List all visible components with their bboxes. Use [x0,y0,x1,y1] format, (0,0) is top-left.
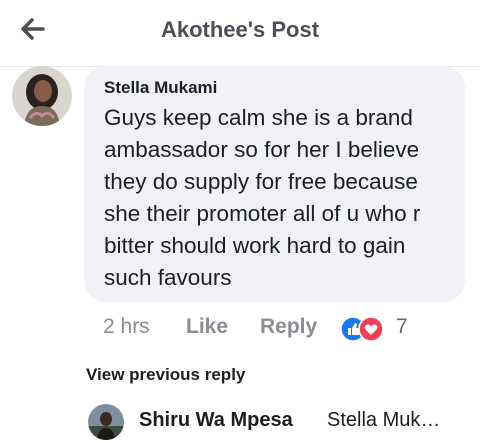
page-title: Akothee's Post [160,17,320,42]
reaction-count: 7 [396,315,408,338]
like-button[interactable]: Like [186,315,228,341]
reply-preview-text[interactable]: Stella Mukami [327,409,445,432]
commenter-avatar[interactable] [12,66,72,126]
comment-timestamp: 2 hrs [103,315,150,338]
reaction-icons[interactable] [340,316,386,342]
comment-text: Guys keep calm she is a brand ambassador… [104,105,421,290]
view-previous-reply-link[interactable]: View previous reply [86,365,245,385]
top-bar: Akothee's Post [0,0,480,67]
comment-author[interactable]: Stella Mukami [104,78,217,98]
comment-bubble: Stella Mukami Guys keep calm she is a br… [84,66,465,302]
reply-author-avatar[interactable] [88,404,124,440]
heart-icon [358,316,384,342]
reply-button[interactable]: Reply [260,315,317,341]
reply-author-name[interactable]: Shiru Wa Mpesa [139,409,293,432]
